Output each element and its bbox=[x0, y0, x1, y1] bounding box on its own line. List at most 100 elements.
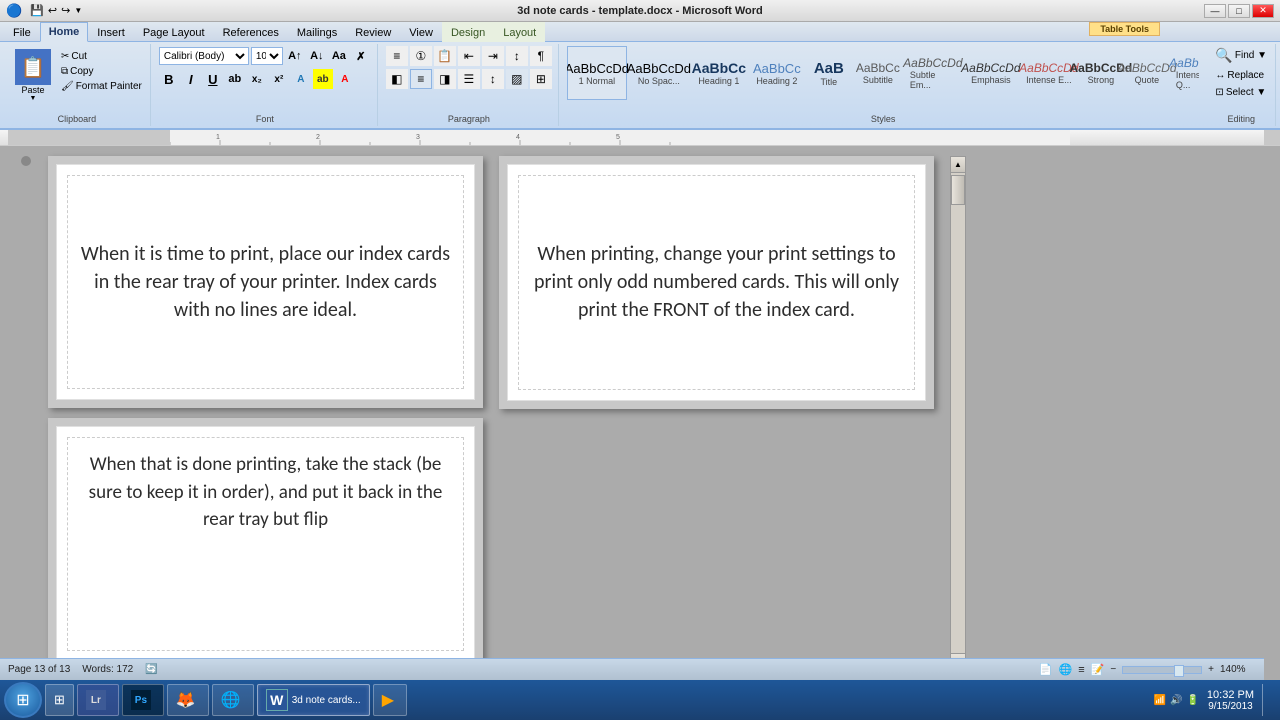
increase-indent-button[interactable]: ⇥ bbox=[482, 46, 504, 66]
tab-page-layout[interactable]: Page Layout bbox=[134, 22, 214, 42]
align-center-button[interactable]: ≡ bbox=[410, 69, 432, 89]
card-top-right[interactable]: When printing, change your print setting… bbox=[507, 164, 926, 401]
copy-button[interactable]: ⧉ Copy bbox=[59, 65, 144, 78]
zoom-slider-thumb[interactable] bbox=[1174, 665, 1184, 677]
lightroom-icon: Lr bbox=[86, 690, 106, 710]
style-heading1[interactable]: AaBbCc Heading 1 bbox=[691, 46, 747, 100]
battery-icon[interactable]: 🔋 bbox=[1186, 695, 1198, 706]
taskbar-app-word[interactable]: W 3d note cards... bbox=[257, 684, 370, 716]
tab-design[interactable]: Design bbox=[442, 22, 494, 42]
network-icon[interactable]: 📶 bbox=[1154, 695, 1166, 706]
show-marks-button[interactable]: ¶ bbox=[530, 46, 552, 66]
page-top-right: When printing, change your print setting… bbox=[499, 156, 934, 409]
scroll-up-button[interactable]: ▲ bbox=[951, 157, 965, 173]
word-count-status[interactable]: Words: 172 bbox=[82, 664, 133, 675]
paste-button[interactable]: 📋 Paste ▼ bbox=[10, 46, 56, 105]
vertical-scrollbar[interactable]: ▲ ▼ bbox=[950, 156, 966, 670]
taskbar-app-windows[interactable]: ⊞ bbox=[45, 684, 74, 716]
scroll-thumb[interactable] bbox=[951, 175, 965, 205]
numbering-button[interactable]: ① bbox=[410, 46, 432, 66]
style-subtitle[interactable]: AaBbCc Subtitle bbox=[853, 46, 903, 100]
taskbar-app-lightroom[interactable]: Lr bbox=[77, 684, 119, 716]
format-painter-button[interactable]: 🖌 Format Painter bbox=[59, 80, 144, 93]
italic-button[interactable]: I bbox=[181, 69, 201, 89]
minimize-button[interactable]: — bbox=[1204, 4, 1226, 18]
taskbar-app-photoshop[interactable]: Ps bbox=[122, 684, 164, 716]
card-bottom-left[interactable]: When that is done printing, take the sta… bbox=[56, 426, 475, 662]
replace-button[interactable]: ↔ Replace bbox=[1213, 69, 1266, 82]
zoom-in-button[interactable]: + bbox=[1208, 664, 1214, 675]
maximize-button[interactable]: □ bbox=[1228, 4, 1250, 18]
subscript-button[interactable]: x₂ bbox=[247, 69, 267, 89]
style-normal[interactable]: AaBbCcDd 1 Normal bbox=[567, 46, 627, 100]
zoom-slider[interactable] bbox=[1122, 666, 1202, 674]
font-name-select[interactable]: Calibri (Body) bbox=[159, 47, 249, 65]
clear-format-button[interactable]: ✗ bbox=[351, 46, 371, 66]
show-desktop-button[interactable] bbox=[1262, 684, 1268, 716]
select-button[interactable]: ⊡ Select ▼ bbox=[1213, 86, 1268, 99]
tab-review[interactable]: Review bbox=[346, 22, 400, 42]
taskbar-app-firefox[interactable]: 🦊 bbox=[167, 684, 209, 716]
style-emphasis[interactable]: AaBbCcDd Emphasis bbox=[963, 46, 1019, 100]
decrease-indent-button[interactable]: ⇤ bbox=[458, 46, 480, 66]
justify-button[interactable]: ☰ bbox=[458, 69, 480, 89]
style-subtle-emphasis[interactable]: AaBbCcDd Subtle Em... bbox=[905, 46, 961, 100]
track-changes-icon[interactable]: 🔄 bbox=[145, 664, 157, 675]
view-web-icon[interactable]: 🌐 bbox=[1058, 663, 1072, 676]
align-right-button[interactable]: ◨ bbox=[434, 69, 456, 89]
clock[interactable]: 10:32 PM 9/15/2013 bbox=[1207, 689, 1254, 712]
borders-button[interactable]: ⊞ bbox=[530, 69, 552, 89]
taskbar-app-chrome[interactable]: 🌐 bbox=[212, 684, 254, 716]
view-draft-icon[interactable]: 📝 bbox=[1091, 663, 1105, 676]
cut-button[interactable]: ✂ Cut bbox=[59, 50, 144, 63]
bold-button[interactable]: B bbox=[159, 69, 179, 89]
close-button[interactable]: ✕ bbox=[1252, 4, 1274, 18]
highlight-button[interactable]: ab bbox=[313, 69, 333, 89]
tab-file[interactable]: File bbox=[4, 22, 40, 42]
font-color-button[interactable]: A bbox=[335, 69, 355, 89]
ruler-track[interactable]: 1 2 3 4 5 bbox=[170, 130, 1264, 146]
grow-font-button[interactable]: A↑ bbox=[285, 46, 305, 66]
style-title[interactable]: AaB Title bbox=[807, 46, 851, 100]
tab-references[interactable]: References bbox=[214, 22, 288, 42]
tab-home[interactable]: Home bbox=[40, 22, 89, 42]
date-display: 9/15/2013 bbox=[1207, 701, 1254, 712]
tab-mailings[interactable]: Mailings bbox=[288, 22, 346, 42]
find-button[interactable]: 🔍 Find ▼ bbox=[1213, 46, 1269, 65]
multilevel-list-button[interactable]: 📋 bbox=[434, 46, 456, 66]
svg-text:2: 2 bbox=[316, 134, 320, 141]
zoom-level[interactable]: 140% bbox=[1220, 664, 1256, 675]
sort-button[interactable]: ↕ bbox=[506, 46, 528, 66]
style-intense-e[interactable]: AaBbCcDd Intense E... bbox=[1021, 46, 1077, 100]
page-status[interactable]: Page 13 of 13 bbox=[8, 664, 70, 675]
dropdown-icon[interactable]: ▼ bbox=[74, 6, 82, 15]
align-left-button[interactable]: ◧ bbox=[386, 69, 408, 89]
view-outline-icon[interactable]: ≡ bbox=[1078, 664, 1084, 676]
save-icon[interactable]: 💾 bbox=[30, 4, 44, 17]
shrink-font-button[interactable]: A↓ bbox=[307, 46, 327, 66]
change-case-button[interactable]: Aa bbox=[329, 46, 349, 66]
shading-button[interactable]: ▨ bbox=[506, 69, 528, 89]
zoom-out-button[interactable]: − bbox=[1110, 664, 1116, 675]
style-no-space[interactable]: AaBbCcDd No Spac... bbox=[629, 46, 689, 100]
tab-view[interactable]: View bbox=[400, 22, 442, 42]
style-heading2[interactable]: AaBbCc Heading 2 bbox=[749, 46, 805, 100]
strikethrough-button[interactable]: ab bbox=[225, 69, 245, 89]
start-button[interactable]: ⊞ bbox=[4, 682, 42, 718]
taskbar-app-vlc[interactable]: ▶ bbox=[373, 684, 407, 716]
style-intense-q[interactable]: AaBbCcDd Intense Q... bbox=[1171, 46, 1200, 100]
bullets-button[interactable]: ≡ bbox=[386, 46, 408, 66]
undo-icon[interactable]: ↩ bbox=[48, 4, 57, 17]
superscript-button[interactable]: x² bbox=[269, 69, 289, 89]
underline-button[interactable]: U bbox=[203, 69, 223, 89]
tab-insert[interactable]: Insert bbox=[88, 22, 134, 42]
volume-icon[interactable]: 🔊 bbox=[1170, 695, 1182, 706]
redo-icon[interactable]: ↪ bbox=[61, 4, 70, 17]
line-spacing-button[interactable]: ↕ bbox=[482, 69, 504, 89]
tab-layout[interactable]: Layout bbox=[494, 22, 545, 42]
style-quote[interactable]: AaBbCcDd Quote bbox=[1125, 46, 1169, 100]
view-print-icon[interactable]: 📄 bbox=[1039, 663, 1053, 676]
text-effects-button[interactable]: A bbox=[291, 69, 311, 89]
card-top-left[interactable]: When it is time to print, place our inde… bbox=[56, 164, 475, 400]
font-size-select[interactable]: 10 11 12 bbox=[251, 47, 283, 65]
